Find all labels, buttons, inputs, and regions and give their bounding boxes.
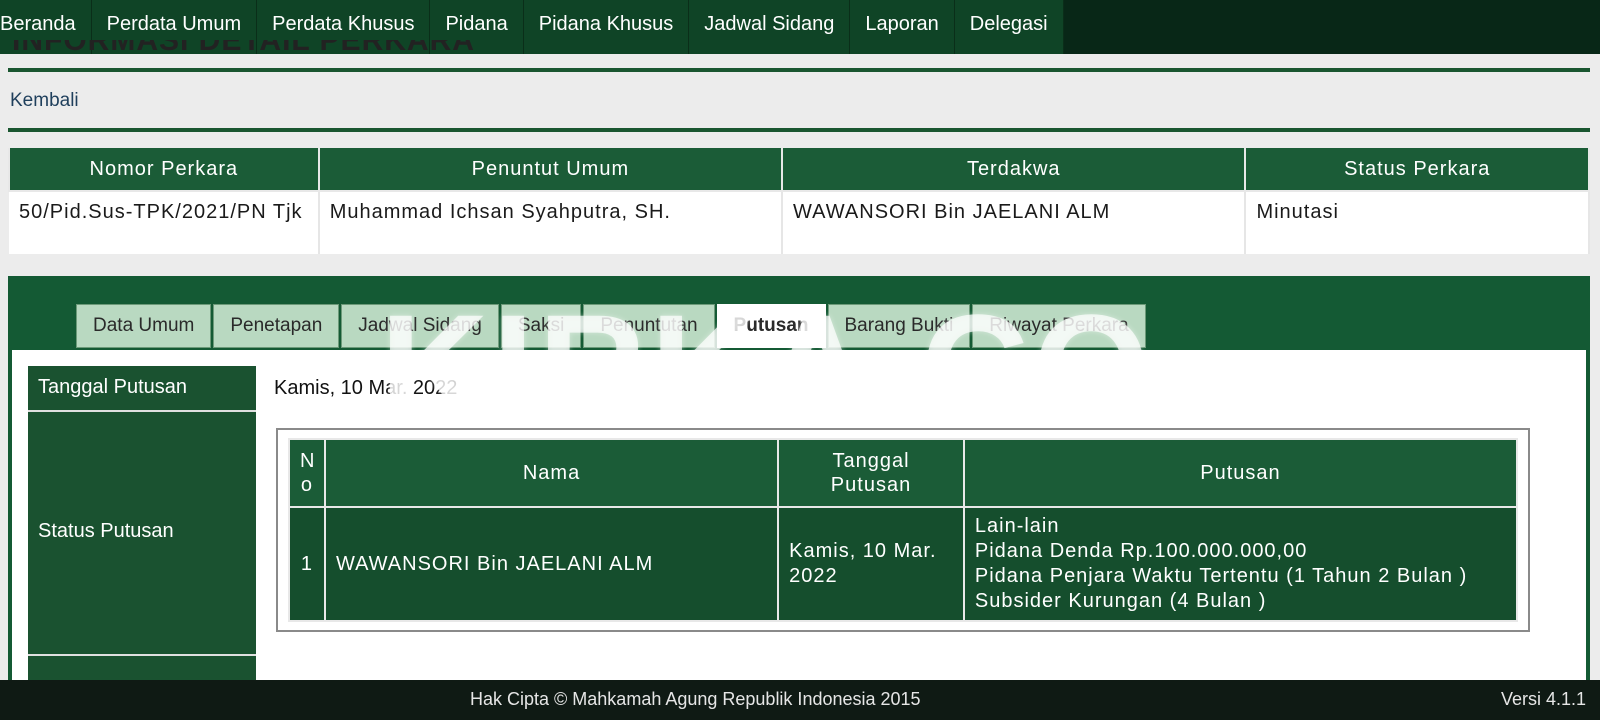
cell-status-perkara: Minutasi bbox=[1245, 191, 1590, 254]
putusan-line: Subsider Kurungan (4 Bulan ) bbox=[974, 590, 1267, 612]
tab-data-umum[interactable]: Data Umum bbox=[76, 304, 212, 348]
label-divider bbox=[28, 410, 256, 412]
copyright-text: Hak Cipta © Mahkamah Agung Republik Indo… bbox=[470, 689, 921, 709]
header-status-perkara: Status Perkara bbox=[1244, 148, 1590, 192]
decision-table: No Nama Tanggal Putusan Putusan 1 WAWANS… bbox=[288, 438, 1519, 622]
cell-penuntut-umum: Muhammad Ichsan Syahputra, SH. bbox=[318, 191, 784, 254]
tab-penuntutan[interactable]: Penuntutan bbox=[583, 304, 715, 348]
label-status-putusan: Status Putusan bbox=[38, 520, 174, 542]
tanggal-putusan-value: Kamis, 10 Mar. 2022 bbox=[274, 377, 458, 399]
heading-divider bbox=[8, 68, 1590, 72]
summary-row: 50/Pid.Sus-TPK/2021/PN Tjk Muhammad Ichs… bbox=[9, 191, 1590, 254]
header-no-text: No bbox=[299, 450, 316, 496]
putusan-line: Pidana Penjara Waktu Tertentu (1 Tahun 2… bbox=[974, 565, 1468, 587]
cell-terdakwa: WAWANSORI Bin JAELANI ALM bbox=[782, 191, 1247, 254]
header-no: No bbox=[288, 438, 326, 508]
detail-tabs: Data Umum Penetapan Jadwal Sidang Saksi … bbox=[76, 304, 1148, 348]
summary-header-row: Nomor Perkara Penuntut Umum Terdakwa Sta… bbox=[8, 148, 1590, 192]
label-column: Tanggal Putusan Status Putusan bbox=[28, 366, 256, 696]
table-row: 1 WAWANSORI Bin JAELANI ALM Kamis, 10 Ma… bbox=[288, 506, 1519, 622]
tab-putusan[interactable]: Putusan bbox=[716, 304, 826, 348]
tab-saksi[interactable]: Saksi bbox=[500, 304, 582, 348]
cell-nomor-perkara: 50/Pid.Sus-TPK/2021/PN Tjk bbox=[9, 191, 320, 254]
page-title: INFORMASI DETAIL PERKARA bbox=[12, 40, 475, 57]
page-heading-clip: INFORMASI DETAIL PERKARA bbox=[12, 40, 1012, 62]
putusan-line: Pidana Denda Rp.100.000.000,00 bbox=[974, 540, 1308, 562]
tab-penetapan[interactable]: Penetapan bbox=[213, 304, 340, 348]
back-link[interactable]: Kembali bbox=[10, 90, 79, 112]
header-nama: Nama bbox=[323, 438, 780, 508]
status-putusan-box: No Nama Tanggal Putusan Putusan 1 WAWANS… bbox=[276, 428, 1530, 632]
tab-content-putusan: Tanggal Putusan Status Putusan Kamis, 10… bbox=[12, 350, 1586, 696]
header-tanggal-text: Tanggal Putusan bbox=[830, 450, 912, 496]
header-tanggal-putusan: Tanggal Putusan bbox=[777, 438, 965, 508]
label-divider bbox=[28, 654, 256, 656]
section-divider bbox=[8, 128, 1590, 132]
nav-spacer bbox=[1063, 0, 1600, 54]
cell-tanggal: Kamis, 10 Mar. 2022 bbox=[777, 506, 965, 622]
header-penuntut-umum: Penuntut Umum bbox=[317, 148, 784, 192]
cell-putusan: Lain-lain Pidana Denda Rp.100.000.000,00… bbox=[962, 506, 1519, 622]
case-summary-table: Nomor Perkara Penuntut Umum Terdakwa Sta… bbox=[8, 148, 1590, 254]
tab-barang-bukti[interactable]: Barang Bukti bbox=[827, 304, 971, 348]
detail-panel: Data Umum Penetapan Jadwal Sidang Saksi … bbox=[8, 276, 1590, 696]
cell-no: 1 bbox=[288, 506, 326, 622]
putusan-line: Lain-lain bbox=[974, 515, 1060, 537]
cell-nama: WAWANSORI Bin JAELANI ALM bbox=[323, 506, 780, 622]
version-text: Versi 4.1.1 bbox=[1500, 689, 1586, 709]
tab-jadwal-sidang[interactable]: Jadwal Sidang bbox=[341, 304, 499, 348]
label-tanggal-putusan: Tanggal Putusan bbox=[38, 376, 188, 398]
tab-riwayat-perkara[interactable]: Riwayat Perkara bbox=[972, 304, 1146, 348]
header-terdakwa: Terdakwa bbox=[781, 148, 1247, 192]
header-putusan: Putusan bbox=[962, 438, 1519, 508]
header-nomor-perkara: Nomor Perkara bbox=[8, 148, 320, 192]
decision-header-row: No Nama Tanggal Putusan Putusan bbox=[288, 438, 1519, 508]
footer: Hak Cipta © Mahkamah Agung Republik Indo… bbox=[0, 680, 1600, 720]
